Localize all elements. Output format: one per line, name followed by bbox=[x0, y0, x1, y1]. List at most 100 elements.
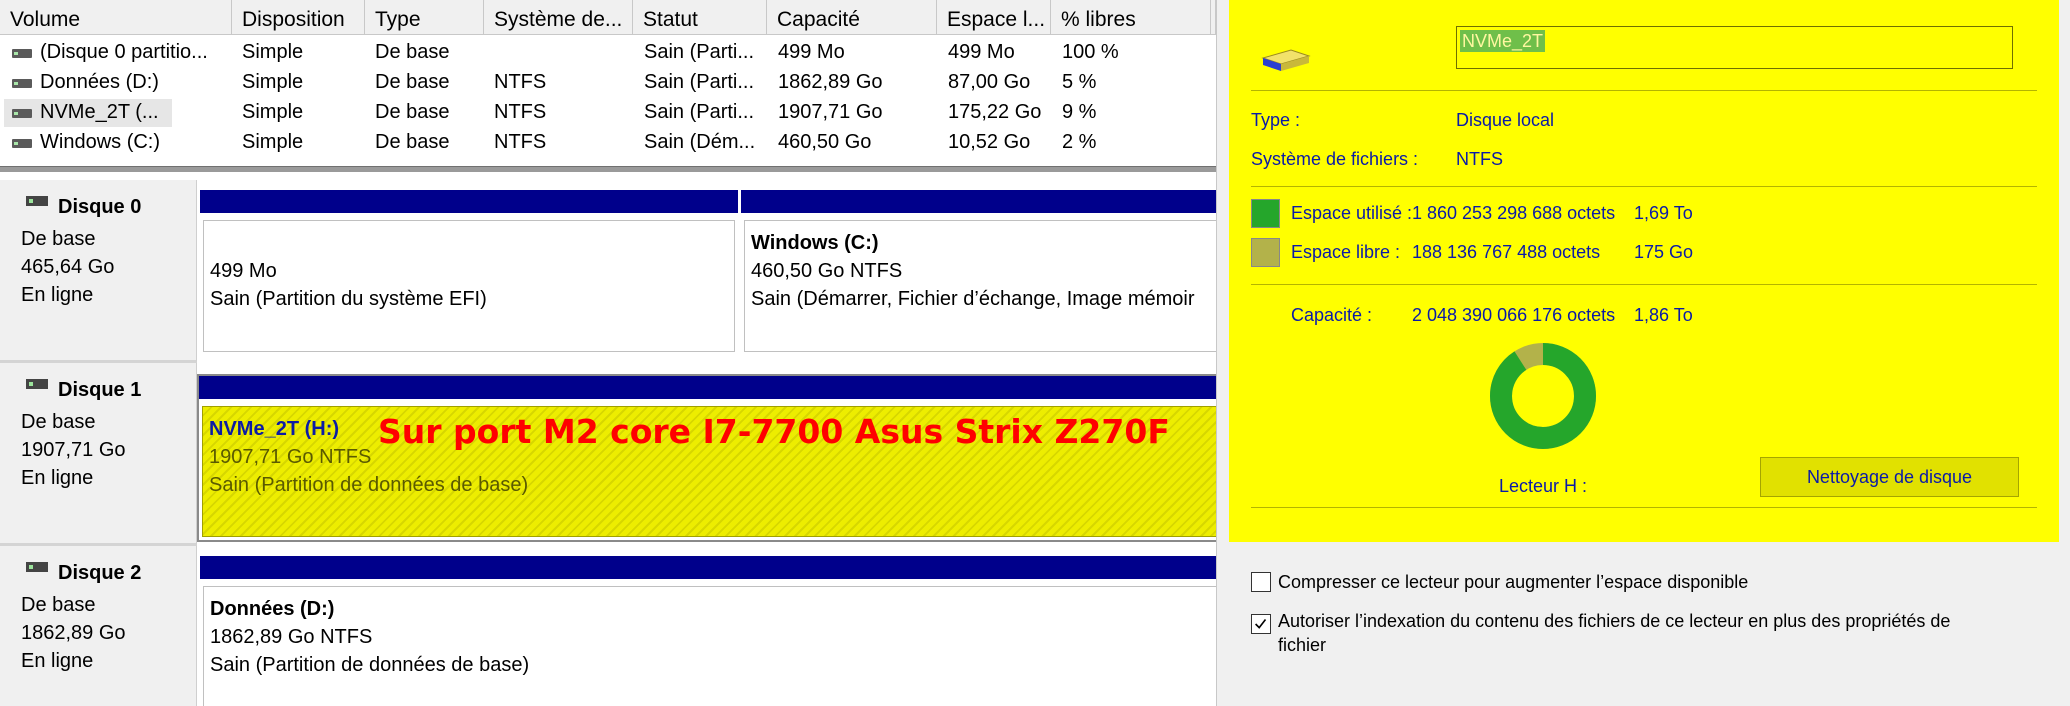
checkmark-icon bbox=[1255, 619, 1267, 629]
compress-checkbox[interactable] bbox=[1251, 572, 1271, 592]
disk-row-0: Disque 0 De base 465,64 Go En ligne 499 … bbox=[0, 180, 1216, 363]
cell-filesystem: NTFS bbox=[494, 131, 547, 153]
partition-body: Windows (C:) 460,50 Go NTFS Sain (Démarr… bbox=[744, 220, 1216, 352]
disk-label-0[interactable]: Disque 0 De base 465,64 Go En ligne bbox=[0, 180, 197, 363]
filesystem-label: Système de fichiers : bbox=[1251, 149, 1419, 169]
disk-row-1: Disque 1 De base 1907,71 Go En ligne NVM… bbox=[0, 363, 1216, 546]
partition-nvme-h-selected[interactable]: NVMe_2T (H:) 1907,71 Go NTFS Sain (Parti… bbox=[197, 374, 1216, 542]
used-space-bytes: 1 860 253 298 688 octets bbox=[1412, 203, 1616, 223]
disk-name: Disque 1 bbox=[58, 379, 142, 401]
free-space-label: Espace libre : bbox=[1291, 242, 1401, 262]
partition-header-bar bbox=[741, 190, 1216, 213]
partition-body: Données (D:) 1862,89 Go NTFS Sain (Parti… bbox=[203, 586, 1216, 706]
partition-efi[interactable]: 499 Mo Sain (Partition du système EFI) bbox=[200, 190, 738, 355]
disk-row-2: Disque 2 De base 1862,89 Go En ligne Don… bbox=[0, 546, 1216, 706]
cell-percent: 9 % bbox=[1062, 101, 1097, 123]
table-row[interactable]: Données (D:) Simple De base NTFS Sain (P… bbox=[0, 68, 1216, 98]
volume-list-table: Volume Disposition Type Système de... St… bbox=[0, 0, 1216, 166]
table-row-selected[interactable]: NVMe_2T (... Simple De base NTFS Sain (P… bbox=[0, 98, 1216, 128]
filesystem-value: NTFS bbox=[1456, 149, 1503, 169]
partition-status: Sain (Partition du système EFI) bbox=[210, 288, 487, 310]
drive-properties-dialog: NVMe_2T Type : Disque local Système de f… bbox=[1216, 0, 2070, 706]
cell-volume: NVMe_2T (... bbox=[40, 101, 159, 123]
disk-label-1[interactable]: Disque 1 De base 1907,71 Go En ligne bbox=[0, 363, 197, 546]
indexing-label-line-1: Autoriser l’indexation du contenu des fi… bbox=[1278, 611, 1951, 631]
cell-disposition: Simple bbox=[242, 131, 304, 153]
partition-body: 499 Mo Sain (Partition du système EFI) bbox=[203, 220, 735, 352]
partition-windows-c[interactable]: Windows (C:) 460,50 Go NTFS Sain (Démarr… bbox=[741, 190, 1216, 355]
column-header-status[interactable]: Statut bbox=[633, 0, 767, 35]
partition-header-bar bbox=[199, 376, 1216, 399]
pane-splitter[interactable] bbox=[0, 166, 1216, 172]
cell-filesystem: NTFS bbox=[494, 71, 547, 93]
partition-status: Sain (Partition de données de base) bbox=[210, 654, 530, 676]
used-space-human: 1,69 To bbox=[1634, 203, 1693, 223]
usage-donut-chart bbox=[1490, 343, 1596, 449]
disk-size: 1862,89 Go bbox=[21, 622, 126, 644]
cell-filesystem bbox=[482, 38, 631, 68]
column-header-free-space[interactable]: Espace l... bbox=[937, 0, 1051, 35]
separator bbox=[1251, 284, 2037, 285]
cell-free: 499 Mo bbox=[948, 41, 1015, 63]
partition-header-bar bbox=[200, 556, 1216, 579]
disk-state: En ligne bbox=[21, 284, 94, 306]
disk-cleanup-button[interactable]: Nettoyage de disque bbox=[1760, 457, 2019, 497]
partition-header-bar bbox=[200, 190, 738, 213]
compress-label: Compresser ce lecteur pour augmenter l’e… bbox=[1278, 572, 1749, 592]
cell-disposition: Simple bbox=[242, 71, 304, 93]
free-space-human: 175 Go bbox=[1634, 242, 1694, 262]
capacity-label: Capacité : bbox=[1291, 305, 1373, 325]
disk-name: Disque 2 bbox=[58, 562, 142, 584]
column-header-type[interactable]: Type bbox=[365, 0, 484, 35]
cell-status: Sain (Dém... bbox=[644, 131, 756, 153]
capacity-human: 1,86 To bbox=[1634, 305, 1693, 325]
table-row[interactable]: (Disque 0 partitio... Simple De base Sai… bbox=[0, 38, 1216, 68]
cell-type: De base bbox=[375, 101, 450, 123]
red-annotation-text: Sur port M2 core I7-7700 Asus Strix Z270… bbox=[378, 412, 1170, 451]
cell-free: 10,52 Go bbox=[948, 131, 1031, 153]
cell-capacity: 1862,89 Go bbox=[778, 71, 883, 93]
disk-name: Disque 0 bbox=[58, 196, 142, 218]
cell-percent: 5 % bbox=[1062, 71, 1097, 93]
column-header-capacity[interactable]: Capacité bbox=[767, 0, 937, 35]
indexing-checkbox[interactable] bbox=[1251, 614, 1271, 634]
drive-letter-label: Lecteur H : bbox=[1499, 476, 1588, 496]
cell-volume: (Disque 0 partitio... bbox=[40, 41, 208, 63]
cell-type: De base bbox=[375, 71, 450, 93]
cell-status: Sain (Parti... bbox=[644, 101, 755, 123]
disk-management-pane: Volume Disposition Type Système de... St… bbox=[0, 0, 1216, 706]
used-space-label: Espace utilisé : bbox=[1291, 203, 1413, 223]
partition-size: 460,50 Go NTFS bbox=[751, 260, 903, 282]
drive-name-input[interactable]: NVMe_2T bbox=[1456, 26, 2013, 69]
disk-state: En ligne bbox=[21, 467, 94, 489]
disk-label-2[interactable]: Disque 2 De base 1862,89 Go En ligne bbox=[0, 546, 197, 706]
type-label: Type : bbox=[1251, 110, 1301, 130]
separator bbox=[1251, 507, 2037, 508]
partition-title: Windows (C:) bbox=[751, 232, 879, 254]
disk-kind: De base bbox=[21, 594, 96, 616]
cell-type: De base bbox=[375, 131, 450, 153]
partition-size: 1862,89 Go NTFS bbox=[210, 626, 373, 648]
cell-capacity: 1907,71 Go bbox=[778, 101, 883, 123]
cell-status: Sain (Parti... bbox=[644, 41, 755, 63]
column-header-disposition[interactable]: Disposition bbox=[232, 0, 365, 35]
cell-filesystem: NTFS bbox=[494, 101, 547, 123]
cell-volume: Données (D:) bbox=[40, 71, 159, 93]
disk-icon bbox=[26, 562, 48, 572]
used-space-swatch bbox=[1251, 199, 1280, 228]
cell-capacity: 460,50 Go bbox=[778, 131, 872, 153]
partition-size: 499 Mo bbox=[210, 260, 277, 282]
cell-disposition: Simple bbox=[242, 41, 304, 63]
cell-free: 175,22 Go bbox=[948, 101, 1042, 123]
table-row[interactable]: Windows (C:) Simple De base NTFS Sain (D… bbox=[0, 128, 1216, 158]
disk-kind: De base bbox=[21, 411, 96, 433]
partition-donnees-d[interactable]: Données (D:) 1862,89 Go NTFS Sain (Parti… bbox=[200, 556, 1216, 706]
column-header-filesystem[interactable]: Système de... bbox=[484, 0, 633, 35]
cell-status: Sain (Parti... bbox=[644, 71, 755, 93]
free-space-bytes: 188 136 767 488 octets bbox=[1412, 242, 1601, 262]
cell-volume: Windows (C:) bbox=[40, 131, 161, 153]
column-header-volume[interactable]: Volume bbox=[0, 0, 232, 35]
cell-capacity: 499 Mo bbox=[778, 41, 845, 63]
type-value: Disque local bbox=[1456, 110, 1555, 130]
column-header-percent-free[interactable]: % libres bbox=[1051, 0, 1211, 35]
